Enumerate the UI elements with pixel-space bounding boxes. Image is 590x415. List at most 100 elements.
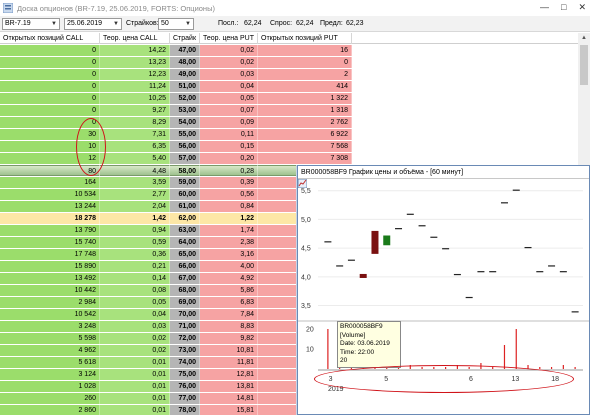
- cell-teor-call[interactable]: 0,01: [100, 357, 170, 368]
- cell-oi-call[interactable]: 5 618: [0, 357, 100, 368]
- cell-teor-put[interactable]: 0,03: [200, 69, 258, 80]
- cell-teor-put[interactable]: 7,84: [200, 309, 258, 320]
- cell-teor-put[interactable]: 15,81: [200, 405, 258, 415]
- cell-teor-put[interactable]: 9,82: [200, 333, 258, 344]
- cell-strike[interactable]: 70,00: [170, 309, 200, 320]
- cell-oi-call[interactable]: 15 740: [0, 237, 100, 248]
- cell-teor-put[interactable]: 0,20: [200, 153, 258, 164]
- cell-teor-call[interactable]: 5,40: [100, 153, 170, 164]
- table-row[interactable]: 12 5,40 57,00 0,20 7 308: [0, 153, 578, 164]
- cell-teor-put[interactable]: 1,74: [200, 225, 258, 236]
- cell-strike[interactable]: 74,00: [170, 357, 200, 368]
- cell-teor-call[interactable]: 8,29: [100, 117, 170, 128]
- table-row[interactable]: 0 11,24 51,00 0,04 414: [0, 81, 578, 92]
- cell-strike[interactable]: 54,00: [170, 117, 200, 128]
- cell-strike[interactable]: 63,00: [170, 225, 200, 236]
- cell-strike[interactable]: 51,00: [170, 81, 200, 92]
- cell-teor-call[interactable]: 0,01: [100, 405, 170, 415]
- cell-oi-put[interactable]: 7 308: [258, 153, 352, 164]
- cell-oi-call[interactable]: 1 028: [0, 381, 100, 392]
- cell-teor-put[interactable]: 3,16: [200, 249, 258, 260]
- cell-teor-put[interactable]: 13,81: [200, 381, 258, 392]
- cell-strike[interactable]: 55,00: [170, 129, 200, 140]
- cell-teor-call[interactable]: 0,02: [100, 333, 170, 344]
- col-header-strike[interactable]: Страйк: [170, 33, 200, 44]
- cell-oi-call[interactable]: 10 534: [0, 189, 100, 200]
- chart-window[interactable]: BR000058BF9 График цены и объёма - [60 м…: [297, 165, 590, 415]
- table-row[interactable]: 0 8,29 54,00 0,09 2 762: [0, 117, 578, 128]
- cell-strike[interactable]: 56,00: [170, 141, 200, 152]
- cell-oi-put[interactable]: 1 318: [258, 105, 352, 116]
- instrument-select[interactable]: BR-7.19 ▼: [2, 18, 60, 30]
- cell-oi-call[interactable]: 164: [0, 177, 100, 188]
- cell-oi-call[interactable]: 10 542: [0, 309, 100, 320]
- cell-oi-call[interactable]: 18 278: [0, 213, 100, 224]
- cell-strike[interactable]: 75,00: [170, 369, 200, 380]
- cell-teor-put[interactable]: 12,81: [200, 369, 258, 380]
- cell-oi-call[interactable]: 13 492: [0, 273, 100, 284]
- table-row[interactable]: 0 12,23 49,00 0,03 2: [0, 69, 578, 80]
- cell-strike[interactable]: 67,00: [170, 273, 200, 284]
- table-row[interactable]: 0 14,22 47,00 0,02 16: [0, 45, 578, 56]
- cell-strike[interactable]: 57,00: [170, 153, 200, 164]
- cell-strike[interactable]: 73,00: [170, 345, 200, 356]
- cell-teor-put[interactable]: 11,81: [200, 357, 258, 368]
- cell-teor-call[interactable]: 0,03: [100, 321, 170, 332]
- cell-oi-call[interactable]: 30: [0, 129, 100, 140]
- cell-strike[interactable]: 69,00: [170, 297, 200, 308]
- cell-oi-call[interactable]: 0: [0, 105, 100, 116]
- cell-strike[interactable]: 61,00: [170, 201, 200, 212]
- cell-teor-put[interactable]: 0,04: [200, 81, 258, 92]
- cell-teor-put[interactable]: 0,28: [200, 165, 258, 176]
- cell-oi-call[interactable]: 3 124: [0, 369, 100, 380]
- cell-teor-put[interactable]: 0,09: [200, 117, 258, 128]
- cell-teor-call[interactable]: 14,22: [100, 45, 170, 56]
- cell-teor-call[interactable]: 11,24: [100, 81, 170, 92]
- cell-strike[interactable]: 60,00: [170, 189, 200, 200]
- cell-teor-put[interactable]: 10,81: [200, 345, 258, 356]
- col-header-oi-call[interactable]: Открытых позиций CALL: [0, 33, 100, 44]
- cell-strike[interactable]: 58,00: [170, 165, 200, 176]
- table-row[interactable]: 30 7,31 55,00 0,11 6 922: [0, 129, 578, 140]
- cell-oi-put[interactable]: 6 922: [258, 129, 352, 140]
- cell-strike[interactable]: 72,00: [170, 333, 200, 344]
- cell-strike[interactable]: 59,00: [170, 177, 200, 188]
- cell-oi-call[interactable]: 3 248: [0, 321, 100, 332]
- cell-teor-put[interactable]: 4,92: [200, 273, 258, 284]
- cell-strike[interactable]: 78,00: [170, 405, 200, 415]
- cell-strike[interactable]: 49,00: [170, 69, 200, 80]
- cell-teor-put[interactable]: 14,81: [200, 393, 258, 404]
- cell-teor-call[interactable]: 4,48: [100, 165, 170, 176]
- cell-teor-put[interactable]: 0,56: [200, 189, 258, 200]
- cell-teor-call[interactable]: 0,08: [100, 285, 170, 296]
- cell-teor-call[interactable]: 13,23: [100, 57, 170, 68]
- cell-teor-call[interactable]: 6,35: [100, 141, 170, 152]
- cell-oi-call[interactable]: 10 442: [0, 285, 100, 296]
- col-header-teor-put[interactable]: Теор. цена PUT: [200, 33, 258, 44]
- cell-oi-call[interactable]: 13 790: [0, 225, 100, 236]
- cell-teor-call[interactable]: 0,01: [100, 381, 170, 392]
- cell-teor-put[interactable]: 0,02: [200, 57, 258, 68]
- cell-teor-put[interactable]: 0,39: [200, 177, 258, 188]
- cell-teor-call[interactable]: 10,25: [100, 93, 170, 104]
- table-row[interactable]: 10 6,35 56,00 0,15 7 568: [0, 141, 578, 152]
- cell-oi-call[interactable]: 15 890: [0, 261, 100, 272]
- cell-strike[interactable]: 52,00: [170, 93, 200, 104]
- expiry-select[interactable]: 25.06.2019 ▼: [64, 18, 122, 30]
- cell-oi-call[interactable]: 4 962: [0, 345, 100, 356]
- cell-teor-put[interactable]: 6,83: [200, 297, 258, 308]
- cell-strike[interactable]: 66,00: [170, 261, 200, 272]
- chart-window-titlebar[interactable]: BR000058BF9 График цены и объёма - [60 м…: [298, 166, 589, 188]
- cell-teor-call[interactable]: 0,04: [100, 309, 170, 320]
- strikes-select[interactable]: 50 ▼: [158, 18, 194, 30]
- cell-teor-call[interactable]: 0,94: [100, 225, 170, 236]
- cell-oi-put[interactable]: 2 762: [258, 117, 352, 128]
- cell-oi-call[interactable]: 80: [0, 165, 100, 176]
- cell-oi-put[interactable]: 7 568: [258, 141, 352, 152]
- cell-teor-put[interactable]: 1,22: [200, 213, 258, 224]
- table-row[interactable]: 0 9,27 53,00 0,07 1 318: [0, 105, 578, 116]
- cell-oi-call[interactable]: 0: [0, 117, 100, 128]
- cell-oi-call[interactable]: 0: [0, 69, 100, 80]
- col-header-teor-call[interactable]: Теор. цена CALL: [100, 33, 170, 44]
- scroll-thumb[interactable]: [580, 45, 588, 85]
